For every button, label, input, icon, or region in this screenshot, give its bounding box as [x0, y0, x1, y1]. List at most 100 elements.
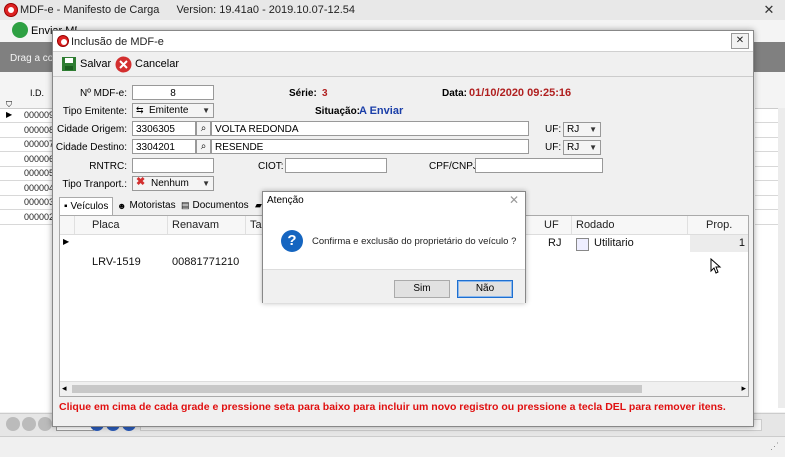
data-label: Data: [442, 88, 468, 99]
scroll-left-icon[interactable]: ◂ [62, 383, 67, 394]
horizontal-scrollbar[interactable]: ◂ ▸ [60, 381, 748, 396]
tipo-transport-select[interactable]: ✖ Nenhum ▼ [132, 176, 214, 191]
first-page-icon[interactable] [6, 417, 20, 431]
dialog-close-icon[interactable]: ✕ [731, 33, 749, 49]
list-item-right[interactable] [755, 123, 779, 138]
uf-origem-value: RJ [567, 124, 580, 135]
mouse-cursor-icon [710, 258, 722, 274]
col-prop[interactable]: Prop. [702, 216, 748, 234]
grid-header: I.D. ⛉ [0, 72, 52, 109]
cancel-icon [115, 56, 132, 72]
uf-destino-select[interactable]: RJ ▼ [563, 140, 601, 155]
list-item-right[interactable] [755, 181, 779, 196]
col-rodado[interactable]: Rodado [572, 216, 688, 234]
tipo-transport-label: Tipo Tranport.: [62, 179, 127, 190]
list-item[interactable]: 000007 [0, 137, 55, 152]
status-bar: ⋰ [0, 436, 785, 457]
situacao-label: Situação: [315, 106, 361, 117]
ciot-field[interactable] [285, 158, 387, 173]
dialog-title: Inclusão de MDF-e [71, 36, 164, 48]
cancel-label: Cancelar [135, 58, 180, 70]
truck-icon: ▪ [64, 201, 68, 212]
list-item-right[interactable] [755, 108, 779, 123]
rntrc-label: RNTRC: [89, 161, 127, 172]
list-item[interactable]: 000005 [0, 166, 55, 181]
list-item-right[interactable] [755, 195, 779, 210]
rntrc-field[interactable] [132, 158, 214, 173]
tipo-emitente-select[interactable]: ⇆ Emitente ▼ [132, 103, 214, 118]
col-uf[interactable]: UF [540, 216, 572, 234]
close-icon[interactable]: ✕ [509, 193, 519, 207]
prev-icon[interactable] [38, 417, 52, 431]
main-close-icon[interactable]: ✕ [759, 2, 779, 18]
cell-rodado[interactable]: Utilitario [590, 235, 690, 252]
search-destino-icon[interactable]: ⌕ [196, 139, 211, 154]
yes-button[interactable]: Sim [394, 280, 450, 298]
nmdfe-label: Nº MDF-e: [80, 88, 127, 99]
list-item[interactable]: 000008 [0, 123, 54, 138]
cpf-label: CPF/CNPJ: [429, 161, 481, 172]
hint-message: Clique em cima de cada grade e pressione… [59, 401, 726, 413]
cidade-origem-code[interactable]: 3306305 [132, 121, 196, 136]
scroll-thumb[interactable] [72, 385, 642, 393]
tab-documentos[interactable]: ▤ Documentos [177, 197, 253, 214]
row-id: 000005 [24, 168, 55, 178]
no-button[interactable]: Não [457, 280, 513, 298]
list-item-right[interactable] [755, 137, 779, 152]
tab-veiculos[interactable]: ▪ Veículos [59, 197, 114, 215]
cell-placa[interactable]: LRV-1519 [88, 254, 168, 271]
cidade-destino-code[interactable]: 3304201 [132, 139, 196, 154]
enviar-icon[interactable] [12, 22, 28, 38]
list-item-right[interactable] [755, 210, 779, 225]
list-item[interactable]: 000002 [0, 210, 55, 225]
cell-renavam[interactable]: 00881771210 [168, 254, 246, 271]
col-placa[interactable]: Placa [88, 216, 168, 234]
confirm-footer: Sim Não [263, 269, 525, 303]
uf-destino-label: UF: [545, 142, 562, 153]
list-item[interactable]: 000006 [0, 152, 54, 167]
main-window-title: MDF-e - Manifesto de Carga [20, 4, 160, 16]
dialog-app-icon [57, 35, 69, 47]
cell-uf[interactable]: RJ [544, 235, 572, 252]
cidade-destino-name[interactable]: RESENDE [211, 139, 529, 154]
cidade-origem-name[interactable]: VOLTA REDONDA [211, 121, 529, 136]
cancel-button[interactable]: Cancelar [115, 55, 179, 73]
emitente-icon: ⇆ [136, 105, 144, 115]
save-button[interactable]: Salvar [61, 55, 111, 73]
row-id: 000007 [24, 139, 55, 149]
tipo-transport-value: Nenhum [151, 178, 189, 189]
scroll-right-icon[interactable]: ▸ [741, 383, 746, 394]
list-item-right[interactable] [755, 152, 779, 167]
col-id-header[interactable]: I.D. [30, 88, 44, 98]
resize-grip-icon[interactable]: ⋰ [770, 441, 779, 452]
grid-header-right [755, 72, 785, 109]
document-icon [576, 238, 589, 251]
main-scrollbar[interactable] [778, 108, 785, 408]
tipo-emitente-value: Emitente [149, 105, 189, 116]
row-id: 000003 [24, 197, 55, 207]
search-origem-icon[interactable]: ⌕ [196, 121, 211, 136]
serie-value: 3 [322, 88, 328, 99]
row-id: 000002 [24, 211, 55, 222]
nmdfe-field[interactable]: 8 [132, 85, 214, 100]
uf-origem-select[interactable]: RJ ▼ [563, 122, 601, 137]
list-item[interactable]: 000004 [0, 181, 54, 196]
version-label: Version: 19.41a0 - 2019.10.07-12.54 [176, 4, 356, 16]
tipo-emitente-label: Tipo Emitente: [62, 106, 127, 117]
row-indicator-icon: ▶ [6, 110, 13, 119]
tab-motoristas[interactable]: ☻ Motoristas [113, 197, 180, 214]
people-icon: ☻ [117, 200, 127, 211]
cell-prop[interactable]: 1 [690, 235, 748, 252]
prev-page-icon[interactable] [22, 417, 36, 431]
lock-icon: ▰ [255, 200, 262, 210]
list-item[interactable]: 000003 [0, 195, 55, 210]
tab-veiculos-label: Veículos [70, 201, 109, 212]
uf-origem-label: UF: [545, 124, 562, 135]
confirm-title: Atenção [267, 195, 304, 206]
list-item[interactable]: ▶ 000009 [0, 108, 54, 123]
list-item-right[interactable] [755, 166, 779, 181]
cpf-field[interactable] [475, 158, 603, 173]
document-icon: ▤ [181, 200, 190, 210]
tab-motoristas-label: Motoristas [129, 200, 176, 211]
col-renavam[interactable]: Renavam [168, 216, 246, 234]
